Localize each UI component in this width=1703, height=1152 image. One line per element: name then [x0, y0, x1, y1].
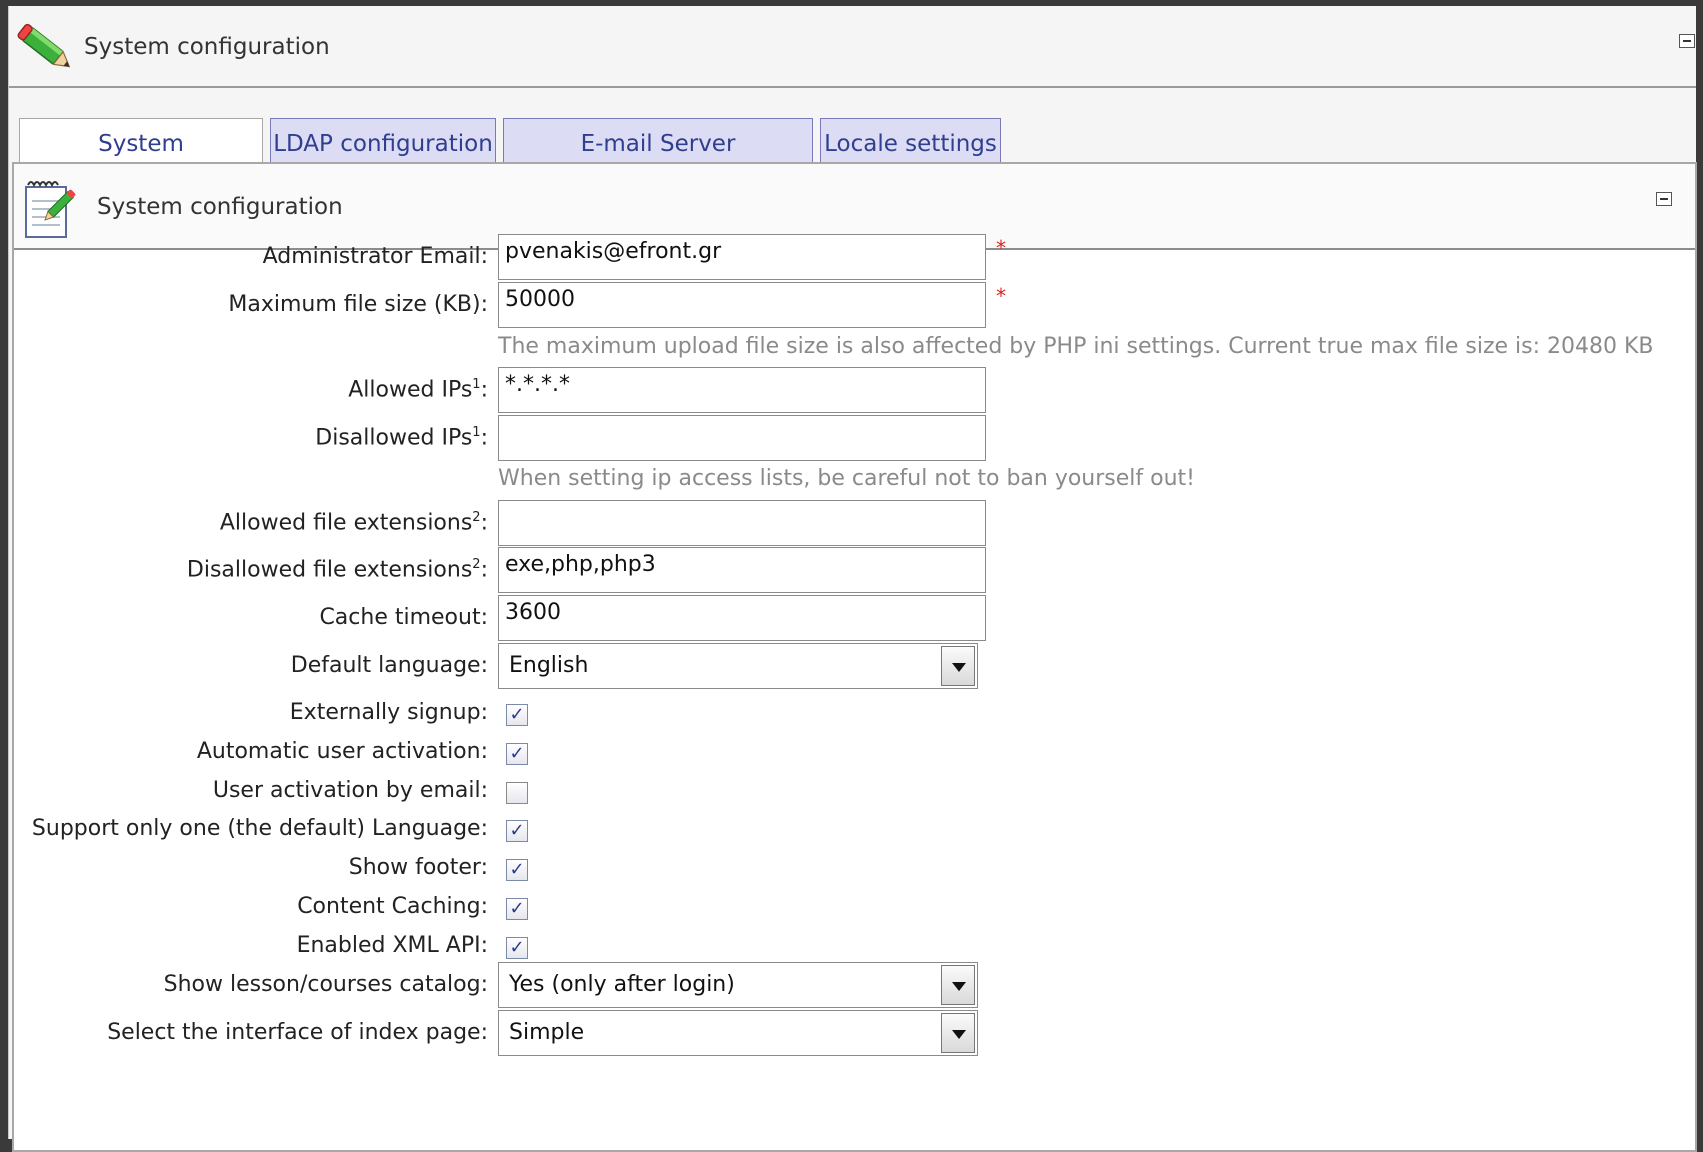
show-footer-checkbox[interactable]: ✓ — [506, 859, 528, 881]
notepad-pencil-icon — [25, 181, 76, 238]
checkbox-row-email-activation: User activation by email: — [14, 774, 1694, 814]
catalog-row: Show lesson/courses catalog: Yes (only a… — [14, 962, 1694, 1008]
email-activation-checkbox[interactable] — [506, 782, 528, 804]
cache-timeout-label: Cache timeout: — [319, 605, 488, 630]
admin-email-row: Administrator Email: pvenakis@efront.gr … — [14, 234, 1694, 280]
system-config-panel: System configuration Administrator Email… — [12, 162, 1697, 1152]
ip-hint: When setting ip access lists, be careful… — [498, 466, 1195, 491]
disallowed-ext-label: Disallowed file extensions2: — [186, 557, 488, 583]
tab-ldap-configuration[interactable]: LDAP configuration — [270, 118, 496, 168]
max-file-size-input[interactable]: 50000 — [498, 282, 986, 328]
default-language-label: Default language: — [290, 653, 488, 678]
disallowed-ips-input[interactable] — [498, 415, 986, 461]
checkbox-row-one-language: Support only one (the default) Language:… — [14, 812, 1694, 852]
index-interface-label: Select the interface of index page: — [107, 1020, 488, 1045]
allowed-ext-row: Allowed file extensions2: — [14, 500, 1694, 546]
admin-email-input[interactable]: pvenakis@efront.gr — [498, 234, 986, 280]
one-language-checkbox[interactable]: ✓ — [506, 820, 528, 842]
default-language-value: English — [509, 653, 589, 678]
disallowed-ext-row: Disallowed file extensions2: exe,php,php… — [14, 547, 1694, 593]
disallowed-ips-row: Disallowed IPs1: — [14, 415, 1694, 461]
externally-signup-label: Externally signup: — [289, 700, 488, 725]
header-title: System configuration — [84, 34, 330, 60]
header-collapse-icon[interactable] — [1679, 34, 1695, 48]
panel-title: System configuration — [97, 194, 343, 220]
checkbox-row-show-footer: Show footer: ✓ — [14, 851, 1694, 891]
panel-collapse-icon[interactable] — [1656, 192, 1672, 206]
required-mark: * — [996, 284, 1006, 308]
show-footer-label: Show footer: — [348, 855, 488, 880]
catalog-label: Show lesson/courses catalog: — [163, 972, 488, 997]
externally-signup-checkbox[interactable]: ✓ — [506, 704, 528, 726]
email-activation-label: User activation by email: — [212, 778, 488, 803]
index-interface-select[interactable]: Simple — [498, 1010, 978, 1056]
cache-timeout-input[interactable]: 3600 — [498, 595, 986, 641]
content-caching-label: Content Caching: — [297, 894, 488, 919]
default-language-select[interactable]: English — [498, 643, 978, 689]
dropdown-arrow-icon[interactable] — [941, 646, 975, 686]
allowed-ips-input[interactable]: *.*.*.* — [498, 367, 986, 413]
checkbox-row-content-caching: Content Caching: ✓ — [14, 890, 1694, 930]
disallowed-ips-label: Disallowed IPs1: — [315, 425, 488, 451]
index-interface-value: Simple — [509, 1020, 585, 1045]
content-caching-checkbox[interactable]: ✓ — [506, 898, 528, 920]
top-header: System configuration — [9, 6, 1696, 88]
catalog-value: Yes (only after login) — [509, 972, 735, 997]
required-mark: * — [996, 236, 1006, 260]
catalog-select[interactable]: Yes (only after login) — [498, 962, 978, 1008]
allowed-ext-input[interactable] — [498, 500, 986, 546]
allowed-ips-row: Allowed IPs1: *.*.*.* — [14, 367, 1694, 413]
dropdown-arrow-icon[interactable] — [941, 965, 975, 1005]
xml-api-checkbox[interactable]: ✓ — [506, 937, 528, 959]
dropdown-arrow-icon[interactable] — [941, 1013, 975, 1053]
tab-email-server-configuration[interactable]: E-mail Server Configuration — [503, 118, 813, 207]
pencil-icon — [17, 23, 71, 68]
default-language-row: Default language: English — [14, 643, 1694, 689]
auto-activation-label: Automatic user activation: — [196, 739, 488, 764]
admin-email-label: Administrator Email: — [262, 244, 488, 269]
allowed-ext-label: Allowed file extensions2: — [219, 510, 488, 536]
one-language-label: Support only one (the default) Language: — [31, 816, 488, 841]
max-file-size-hint: The maximum upload file size is also aff… — [498, 334, 1654, 359]
disallowed-ext-input[interactable]: exe,php,php3 — [498, 547, 986, 593]
allowed-ips-label: Allowed IPs1: — [348, 377, 488, 403]
auto-activation-checkbox[interactable]: ✓ — [506, 743, 528, 765]
checkbox-row-auto-activation: Automatic user activation: ✓ — [14, 735, 1694, 775]
tab-locale-settings[interactable]: Locale settings — [820, 118, 1001, 168]
checkbox-row-externally-signup: Externally signup: ✓ — [14, 696, 1694, 736]
index-interface-row: Select the interface of index page: Simp… — [14, 1010, 1694, 1056]
max-file-size-row: Maximum file size (KB): 50000 * — [14, 282, 1694, 328]
cache-timeout-row: Cache timeout: 3600 — [14, 595, 1694, 641]
xml-api-label: Enabled XML API: — [296, 933, 488, 958]
max-file-size-label: Maximum file size (KB): — [228, 292, 488, 317]
